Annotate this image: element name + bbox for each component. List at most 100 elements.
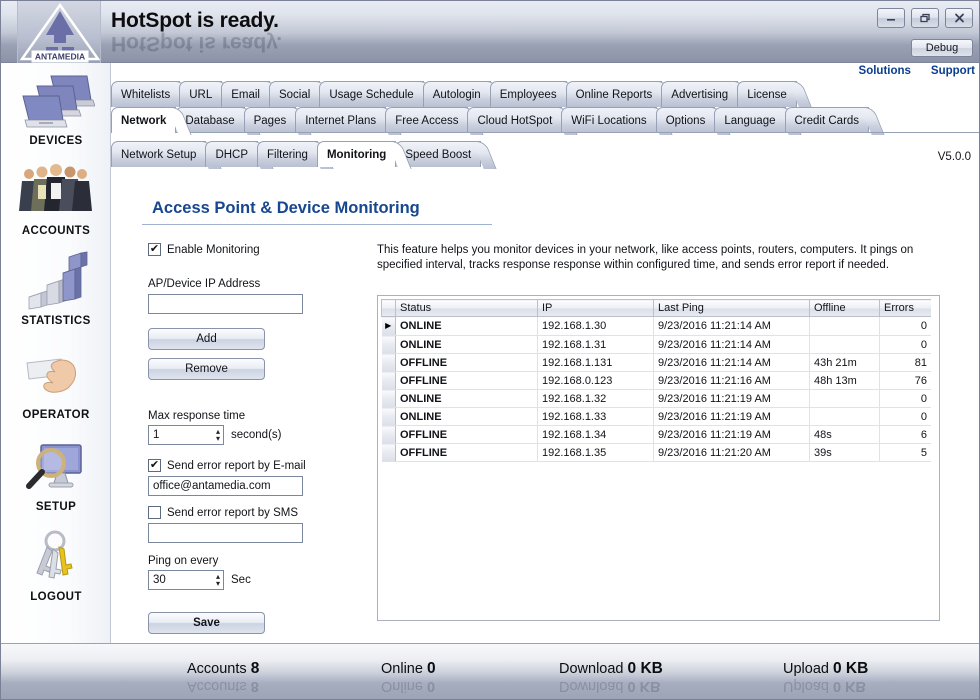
column-header-offline[interactable]: Offline	[809, 299, 880, 317]
max-response-time-stepper[interactable]: 1 ▴ ▾	[148, 425, 224, 445]
column-header-last-ping[interactable]: Last Ping	[653, 299, 810, 317]
tab-internet-plans[interactable]: Internet Plans	[295, 107, 387, 133]
tab-language[interactable]: Language	[714, 107, 786, 133]
table-row[interactable]: ▶ ONLINE 192.168.1.30 9/23/2016 11:21:14…	[381, 316, 931, 336]
max-response-time-value: 1	[153, 429, 160, 441]
email-address-input[interactable]	[148, 476, 303, 496]
tab-autologin[interactable]: Autologin	[422, 81, 491, 107]
tab-row-primary: Whitelists URL Email Social Usage Schedu…	[111, 81, 797, 107]
status-upload: Upload 0 KB	[783, 660, 868, 678]
table-row[interactable]: OFFLINE 192.168.1.131 9/23/2016 11:21:14…	[381, 353, 931, 372]
stepper-arrows-icon[interactable]: ▴ ▾	[216, 572, 220, 588]
tab-wifi-locations[interactable]: WiFi Locations	[561, 107, 657, 133]
laptops-icon	[1, 69, 111, 133]
sidebar-item-setup[interactable]: SETUP	[1, 435, 111, 513]
sidebar-item-accounts[interactable]: ACCOUNTS	[1, 159, 111, 237]
ip-address-input[interactable]	[148, 294, 303, 314]
cell-last-ping: 9/23/2016 11:21:19 AM	[653, 407, 810, 426]
cell-status: OFFLINE	[395, 425, 538, 444]
tab-pages[interactable]: Pages	[243, 107, 297, 133]
tab-email[interactable]: Email	[221, 81, 270, 107]
table-row[interactable]: ONLINE 192.168.1.31 9/23/2016 11:21:14 A…	[381, 335, 931, 354]
close-button[interactable]	[945, 8, 973, 28]
status-accounts-reflection: Accounts 8	[187, 678, 259, 694]
column-header-errors[interactable]: Errors	[879, 299, 931, 317]
empty-checkbox-icon	[148, 506, 161, 519]
tab-social[interactable]: Social	[268, 81, 321, 107]
tab-filtering[interactable]: Filtering	[257, 141, 318, 167]
application-window: ANTAMEDIA HotSpot is ready. HotSpot is r…	[0, 0, 980, 700]
tab-usage-schedule[interactable]: Usage Schedule	[319, 81, 424, 107]
table-row[interactable]: OFFLINE 192.168.0.123 9/23/2016 11:21:16…	[381, 371, 931, 390]
tab-credit-cards[interactable]: Credit Cards	[784, 107, 870, 133]
cell-offline	[809, 335, 880, 354]
cell-last-ping: 9/23/2016 11:21:19 AM	[653, 389, 810, 408]
status-download-value: 0 KB	[627, 660, 663, 677]
table-row[interactable]: OFFLINE 192.168.1.34 9/23/2016 11:21:19 …	[381, 425, 931, 444]
table-row[interactable]: ONLINE 192.168.1.33 9/23/2016 11:21:19 A…	[381, 407, 931, 426]
sidebar-item-operator[interactable]: OPERATOR	[1, 343, 111, 421]
support-link[interactable]: Support	[931, 65, 975, 77]
cell-offline: 48s	[809, 425, 880, 444]
maximize-icon	[919, 13, 930, 23]
sidebar-item-logout[interactable]: LOGOUT	[1, 525, 111, 603]
tab-free-access[interactable]: Free Access	[385, 107, 469, 133]
tab-url[interactable]: URL	[179, 81, 223, 107]
tab-advertising[interactable]: Advertising	[661, 81, 739, 107]
tab-network-setup[interactable]: Network Setup	[111, 141, 207, 167]
email-report-checkbox[interactable]: ✔ Send error report by E-mail	[148, 459, 348, 472]
tab-cloud-hotspot[interactable]: Cloud HotSpot	[467, 107, 563, 133]
table-row[interactable]: OFFLINE 192.168.1.35 9/23/2016 11:21:20 …	[381, 443, 931, 462]
tab-whitelists[interactable]: Whitelists	[111, 81, 181, 107]
tab-row-divider	[111, 132, 979, 133]
tab-options[interactable]: Options	[655, 107, 716, 133]
row-marker	[381, 389, 396, 408]
tab-network[interactable]: Network	[111, 107, 177, 133]
sidebar-label-setup: SETUP	[35, 501, 77, 513]
maximize-button[interactable]	[911, 8, 939, 28]
cell-last-ping: 9/23/2016 11:21:19 AM	[653, 425, 810, 444]
row-marker	[381, 353, 396, 372]
ping-interval-stepper[interactable]: 30 ▴ ▾	[148, 570, 224, 590]
cell-errors: 0	[879, 316, 931, 336]
save-button[interactable]: Save	[148, 612, 265, 634]
status-online-value: 0	[426, 660, 436, 677]
email-report-label: Send error report by E-mail	[167, 459, 306, 472]
minimize-button[interactable]	[877, 8, 905, 28]
antamedia-logo: ANTAMEDIA	[17, 1, 101, 63]
table-row[interactable]: ONLINE 192.168.1.32 9/23/2016 11:21:19 A…	[381, 389, 931, 408]
tab-dhcp[interactable]: DHCP	[205, 141, 259, 167]
status-download: Download 0 KB	[559, 660, 663, 678]
logo-triangle-a-icon: ANTAMEDIA	[19, 2, 101, 63]
tab-zone: Solutions Support Whitelists URL Email S…	[111, 63, 979, 181]
column-header-ip[interactable]: IP	[537, 299, 654, 317]
page-title: Access Point & Device Monitoring	[152, 199, 420, 217]
column-header-status[interactable]: Status	[395, 299, 538, 317]
row-selector-header	[381, 299, 396, 317]
tab-employees[interactable]: Employees	[489, 81, 567, 107]
enable-monitoring-checkbox[interactable]: ✔ Enable Monitoring	[148, 243, 348, 256]
sms-number-input[interactable]	[148, 523, 303, 543]
tab-online-reports[interactable]: Online Reports	[565, 81, 663, 107]
sidebar-item-devices[interactable]: DEVICES	[1, 69, 111, 147]
tab-license[interactable]: License	[737, 81, 797, 107]
max-response-time-unit: second(s)	[231, 429, 282, 441]
sidebar-item-statistics[interactable]: STATISTICS	[1, 249, 111, 327]
solutions-link[interactable]: Solutions	[859, 65, 911, 77]
remove-button[interactable]: Remove	[148, 358, 265, 380]
title-bar: ANTAMEDIA HotSpot is ready. HotSpot is r…	[1, 1, 979, 63]
debug-button[interactable]: Debug	[911, 39, 973, 57]
cell-errors: 0	[879, 389, 931, 408]
checkmark-icon: ✔	[148, 243, 161, 256]
stepper-arrows-icon[interactable]: ▴ ▾	[216, 427, 220, 443]
sidebar-label-devices: DEVICES	[29, 135, 83, 147]
cell-errors: 0	[879, 407, 931, 426]
sms-report-checkbox[interactable]: Send error report by SMS	[148, 506, 348, 519]
cell-last-ping: 9/23/2016 11:21:14 AM	[653, 335, 810, 354]
add-button[interactable]: Add	[148, 328, 265, 350]
cell-errors: 81	[879, 353, 931, 372]
cell-status: OFFLINE	[395, 353, 538, 372]
svg-text:ANTAMEDIA: ANTAMEDIA	[35, 52, 85, 62]
tab-monitoring[interactable]: Monitoring	[316, 141, 397, 167]
row-marker	[381, 335, 396, 354]
